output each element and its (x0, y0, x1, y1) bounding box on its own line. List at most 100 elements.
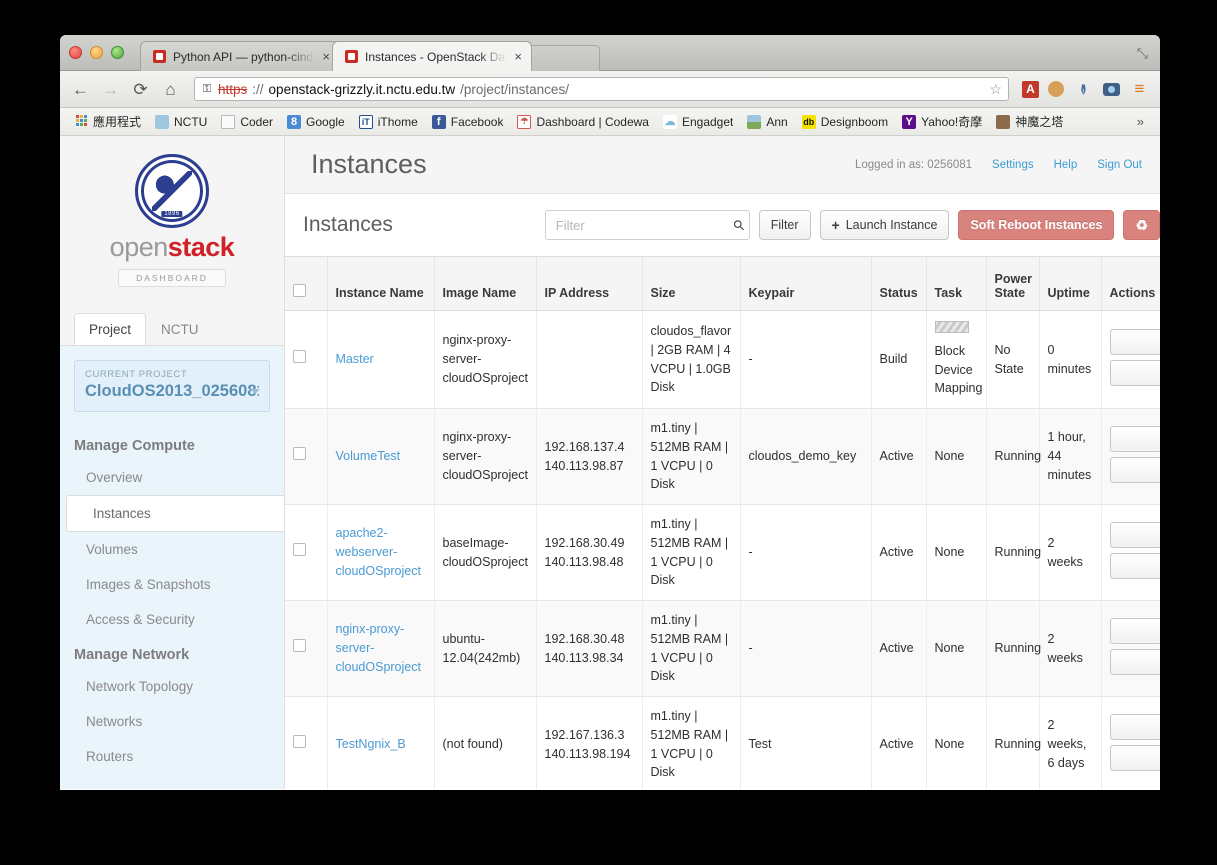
home-icon[interactable]: ⌂ (160, 81, 181, 98)
chrome-menu-icon[interactable]: ≡ (1129, 79, 1150, 100)
bookmark-label: Engadget (681, 114, 734, 129)
back-icon[interactable]: ← (70, 81, 91, 98)
sidebar-item-network-topology[interactable]: Network Topology (60, 669, 284, 704)
bookmark-codewars[interactable]: ☂ Dashboard | Codewa (511, 113, 655, 131)
settings-link[interactable]: Settings (992, 159, 1034, 171)
row-action-more-button[interactable] (1109, 744, 1160, 771)
sidebar-item-overview[interactable]: Overview (60, 460, 284, 495)
sidebar-item-volumes[interactable]: Volumes (60, 532, 284, 567)
sign-out-link[interactable]: Sign Out (1097, 159, 1142, 171)
help-link[interactable]: Help (1054, 159, 1078, 171)
maximize-window-button[interactable] (111, 46, 124, 59)
cookie-icon[interactable] (1048, 81, 1064, 97)
row-action-primary-button[interactable] (1109, 328, 1160, 355)
search-input[interactable] (553, 216, 734, 234)
plus-icon: + (831, 217, 840, 233)
reload-icon[interactable]: ⟳ (130, 81, 151, 98)
browser-window: Python API — python-cind × Instances - O… (60, 35, 1160, 790)
filter-search-box[interactable]: ⚲ (544, 210, 750, 240)
col-instance-name[interactable]: Instance Name (327, 256, 435, 311)
page-viewport: 1896 openstack DASHBOARD Project NCTU CU… (60, 136, 1160, 789)
fullscreen-expand-icon[interactable]: ⤡ (1137, 45, 1148, 62)
instance-link[interactable]: VolumeTest (336, 449, 401, 463)
col-status[interactable]: Status (871, 256, 927, 311)
insecure-lock-icon[interactable]: ⚿ (201, 83, 213, 96)
table-row[interactable]: TestNgnix_B (not found) 192.167.136.3 14… (285, 696, 1160, 789)
col-task[interactable]: Task (926, 256, 987, 311)
close-window-button[interactable] (69, 46, 82, 59)
sidebar-item-routers[interactable]: Routers (60, 739, 284, 774)
instance-link[interactable]: Master (336, 352, 374, 366)
col-power-state[interactable]: Power State (986, 256, 1040, 311)
row-checkbox[interactable] (293, 735, 306, 749)
row-select-cell (285, 408, 328, 505)
tab-project[interactable]: Project (74, 313, 147, 345)
row-checkbox[interactable] (293, 447, 306, 461)
screenshot-camera-icon[interactable] (1103, 82, 1120, 96)
bookmark-coder[interactable]: Coder (215, 113, 279, 131)
launch-instance-button[interactable]: + Launch Instance (819, 210, 950, 240)
row-checkbox[interactable] (293, 350, 306, 364)
col-uptime[interactable]: Uptime (1039, 256, 1102, 311)
col-keypair[interactable]: Keypair (740, 256, 872, 311)
bookmark-google[interactable]: 8 Google (281, 113, 351, 131)
table-title: Instances (303, 213, 393, 236)
close-tab-icon[interactable]: × (514, 49, 522, 64)
bookmark-ann[interactable]: Ann (741, 113, 793, 131)
row-action-more-button[interactable] (1109, 456, 1160, 483)
cell-actions (1101, 696, 1160, 789)
sidebar-item-images-snapshots[interactable]: Images & Snapshots (60, 567, 284, 602)
row-action-more-button[interactable] (1109, 648, 1160, 675)
row-action-primary-button[interactable] (1109, 425, 1160, 452)
address-bar[interactable]: ⚿ https:// openstack-grizzly.it.nctu.edu.… (194, 77, 1009, 101)
table-row[interactable]: nginx-proxy-server-cloudOSproject ubuntu… (285, 600, 1160, 697)
row-action-more-button[interactable] (1109, 552, 1160, 579)
table-row[interactable]: apache2-webserver-cloudOSproject baseIma… (285, 504, 1160, 601)
bookmarks-overflow-icon[interactable]: » (1129, 114, 1152, 129)
minimize-window-button[interactable] (90, 46, 103, 59)
sidebar-item-access-security[interactable]: Access & Security (60, 602, 284, 637)
tab-nctu[interactable]: NCTU (146, 313, 214, 345)
terminate-instances-button[interactable]: ♻ (1123, 210, 1160, 240)
instance-link[interactable]: TestNgnix_B (336, 737, 406, 751)
table-row[interactable]: VolumeTest nginx-proxy-server-cloudOSpro… (285, 408, 1160, 505)
close-tab-icon[interactable]: × (322, 49, 330, 64)
bookmark-engadget[interactable]: ☁ Engadget (657, 113, 739, 131)
filter-button[interactable]: Filter (758, 210, 811, 240)
row-action-primary-button[interactable] (1109, 617, 1160, 644)
browser-tab-instances[interactable]: Instances - OpenStack Das × (332, 41, 532, 71)
sidebar-item-networks[interactable]: Networks (60, 704, 284, 739)
table-row[interactable]: Master nginx-proxy-server-cloudOSproject… (285, 310, 1160, 409)
soft-reboot-instances-button[interactable]: Soft Reboot Instances (958, 210, 1115, 240)
sidebar-item-instances[interactable]: Instances (66, 495, 284, 532)
bookmark-nctu[interactable]: NCTU (149, 113, 213, 131)
instance-link[interactable]: apache2-webserver-cloudOSproject (336, 526, 421, 578)
row-action-primary-button[interactable] (1109, 521, 1160, 548)
cell-power-state: No State (986, 310, 1040, 409)
eyedropper-icon[interactable]: ✒ (1073, 79, 1094, 100)
select-all-checkbox[interactable] (293, 284, 306, 297)
bookmark-designboom[interactable]: db Designboom (796, 113, 894, 131)
browser-tab-python-api[interactable]: Python API — python-cind × (140, 41, 340, 71)
row-checkbox[interactable] (293, 639, 306, 653)
row-action-primary-button[interactable] (1109, 713, 1160, 740)
cell-task: None (926, 504, 987, 601)
col-image-name[interactable]: Image Name (434, 256, 537, 311)
adblock-icon[interactable]: A (1022, 80, 1039, 98)
row-checkbox[interactable] (293, 543, 306, 557)
new-tab-button[interactable] (528, 45, 600, 71)
row-action-more-button[interactable] (1109, 359, 1160, 386)
forward-icon[interactable]: → (100, 81, 121, 98)
cell-uptime: 2 weeks, 6 days (1039, 696, 1102, 789)
current-project-selector[interactable]: CURRENT PROJECT CloudOS2013_0256081 (74, 360, 270, 412)
col-size[interactable]: Size (642, 256, 741, 311)
bookmark-star-icon[interactable]: ☆ (989, 81, 1002, 98)
cell-keypair: - (740, 504, 872, 601)
bookmark-facebook[interactable]: f Facebook (426, 113, 510, 131)
col-ip-address[interactable]: IP Address (536, 256, 643, 311)
instance-link[interactable]: nginx-proxy-server-cloudOSproject (336, 622, 421, 674)
bookmark-yahoo[interactable]: Y Yahoo!奇摩 (896, 111, 988, 132)
bookmark-tower-of-saviors[interactable]: 神魔之塔 (990, 111, 1069, 132)
bookmark-ithome[interactable]: iT iThome (353, 113, 424, 131)
bookmark-apps[interactable]: 應用程式 (68, 111, 147, 132)
